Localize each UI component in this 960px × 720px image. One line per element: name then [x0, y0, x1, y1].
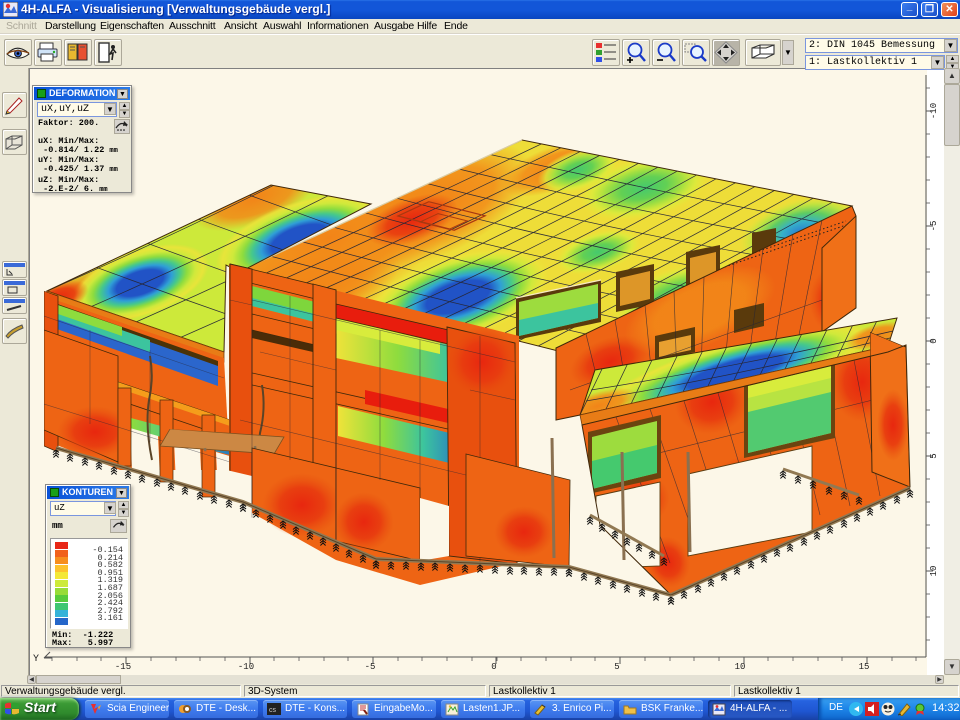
svg-text:0: 0 [929, 338, 939, 343]
svg-text:10: 10 [929, 566, 939, 577]
svg-text:-5: -5 [929, 221, 939, 232]
svg-text:5: 5 [929, 453, 939, 458]
svg-text:0: 0 [491, 662, 496, 672]
svg-text:-5: -5 [365, 662, 376, 672]
svg-text:cs: cs [269, 707, 277, 714]
svg-text:5: 5 [614, 662, 619, 672]
svg-text:Y: Y [33, 654, 39, 665]
svg-text:10: 10 [735, 662, 746, 672]
svg-text:-10: -10 [929, 103, 939, 119]
svg-text:-15: -15 [115, 662, 131, 672]
svg-text:-10: -10 [238, 662, 254, 672]
svg-text:15: 15 [859, 662, 870, 672]
